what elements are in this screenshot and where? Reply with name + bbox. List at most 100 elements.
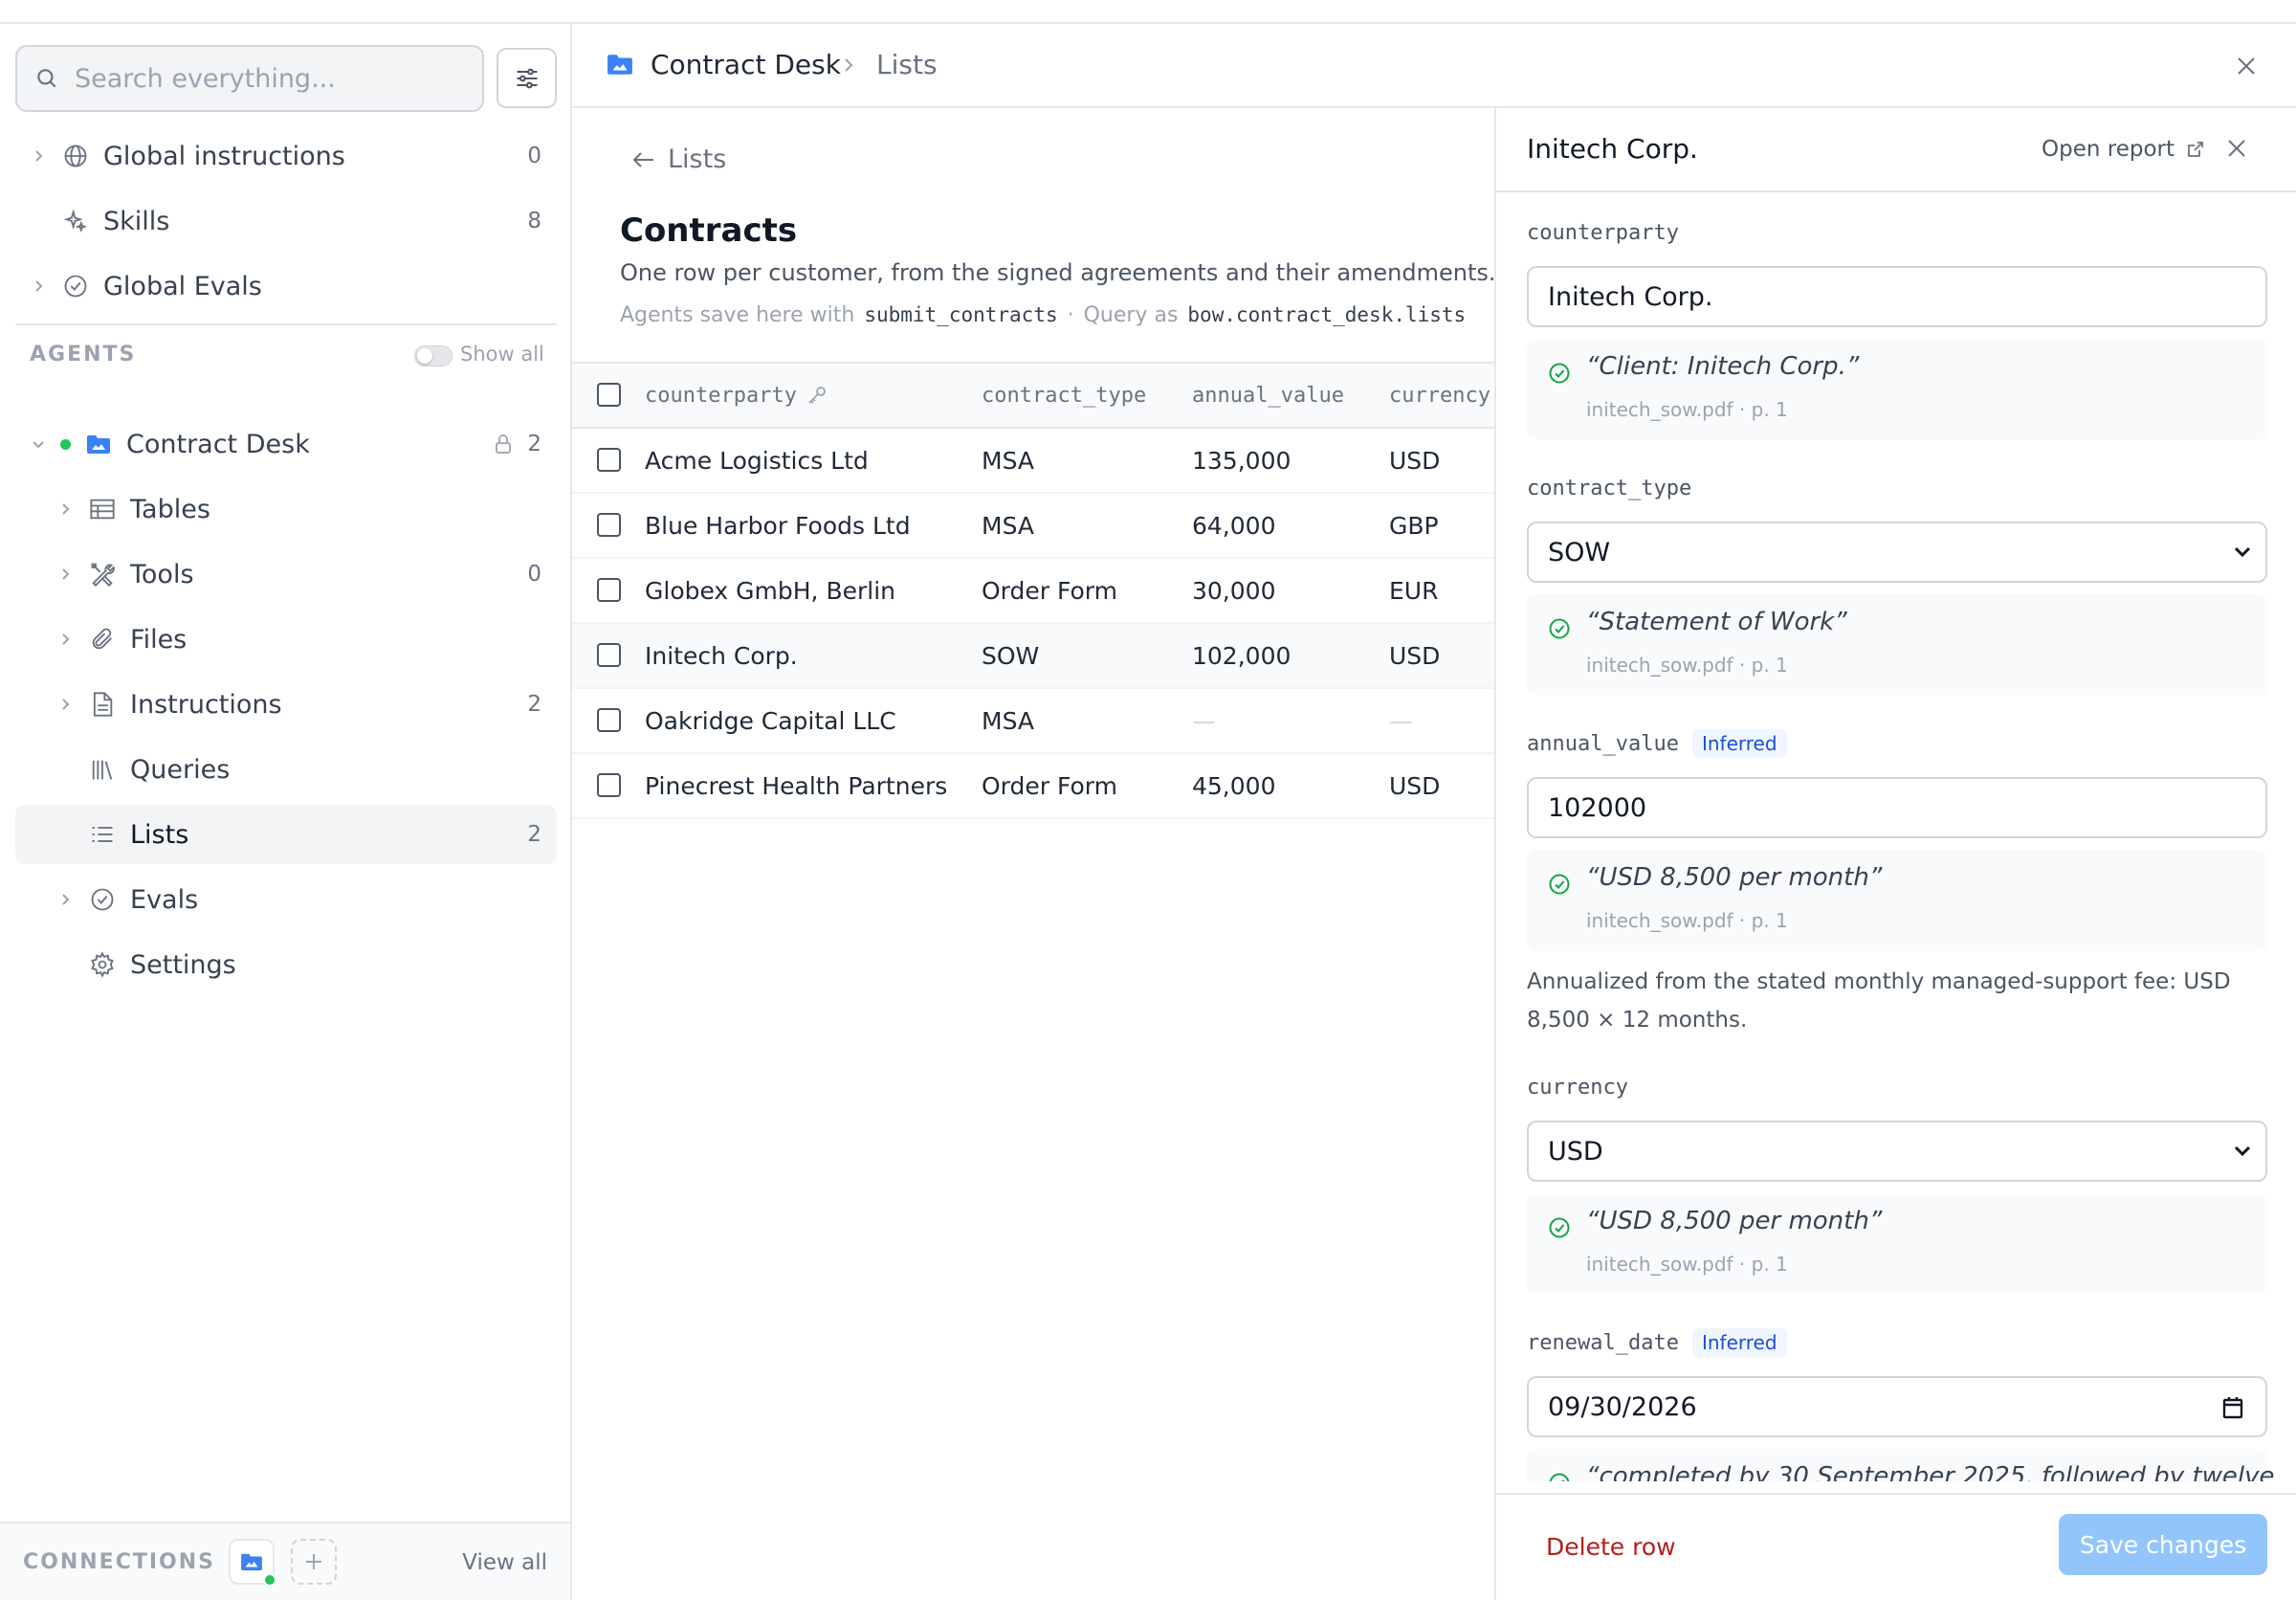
folder-icon (84, 430, 113, 458)
contract-type-select[interactable]: SOW (1527, 522, 2267, 583)
sidebar-item-count: 0 (527, 562, 541, 587)
renewal-date-input[interactable]: 09/30/2026 (1527, 1376, 2267, 1437)
field-value: 102000 (1548, 792, 1647, 823)
cell-currency: USD (1389, 771, 1441, 800)
sidebar-item-settings[interactable]: Settings (15, 935, 557, 994)
row-detail-drawer: Initech Corp. Open report counterparty I… (1494, 108, 2296, 1600)
open-report-link[interactable]: Open report (2042, 137, 2205, 162)
main-header: Contract Desk Lists (572, 24, 2296, 108)
evidence-card[interactable]: “USD 8,500 per month” initech_sow.pdf · … (1527, 850, 2267, 951)
breadcrumb-agent[interactable]: Contract Desk (651, 49, 841, 80)
chevron-right-icon (29, 277, 48, 296)
meta-table-name: bow.contract_desk.lists (1187, 303, 1467, 326)
gear-icon (88, 950, 117, 979)
evidence-card[interactable]: “Client: Initech Corp.” initech_sow.pdf … (1527, 339, 2267, 440)
back-link[interactable]: Lists (620, 144, 726, 174)
sidebar-item-evals[interactable]: Evals (15, 870, 557, 929)
meta-tool-name: submit_contracts (864, 303, 1058, 326)
sidebar-item-tables[interactable]: Tables (15, 479, 557, 539)
chevron-down-icon (29, 434, 48, 454)
counterparty-input[interactable]: Initech Corp. (1527, 266, 2267, 327)
sidebar-item-count: 8 (527, 209, 541, 233)
cell-currency: EUR (1389, 576, 1439, 605)
chevron-right-icon (55, 695, 75, 714)
evidence-card[interactable]: “completed by 30 September 2025, followe… (1527, 1449, 2275, 1481)
sparkles-icon (61, 207, 90, 235)
row-checkbox[interactable] (597, 578, 621, 602)
field-value: 09/30/2026 (1548, 1391, 1697, 1422)
chevron-right-icon (55, 890, 75, 909)
field-label-text: annual_value (1527, 731, 1679, 756)
table-row[interactable]: Acme Logistics Ltd MSA 135,000 USD (572, 429, 1494, 494)
annual-value-input[interactable]: 102000 (1527, 777, 2267, 838)
meta-query-label: Query as (1083, 303, 1179, 327)
inferred-badge: Inferred (1691, 1328, 1787, 1357)
table-row-selected[interactable]: Initech Corp. SOW 102,000 USD (572, 624, 1494, 689)
key-icon (806, 385, 828, 406)
sidebar-item-skills[interactable]: Skills 8 (15, 191, 557, 251)
plus-icon (303, 1551, 324, 1572)
field-label-text: contract_type (1527, 477, 1692, 500)
cell-annual-value: 30,000 (1192, 576, 1276, 605)
field-label-currency: currency (1527, 1076, 1628, 1100)
drawer-header: Initech Corp. Open report (1496, 108, 2296, 192)
sidebar-item-count: 2 (527, 822, 541, 847)
currency-select[interactable]: USD (1527, 1121, 2267, 1182)
filter-button[interactable] (497, 48, 557, 108)
row-checkbox[interactable] (597, 708, 621, 732)
sidebar-item-queries[interactable]: Queries (15, 740, 557, 799)
evidence-quote: “Client: Initech Corp.” (1586, 352, 1860, 381)
check-circle-icon (1548, 873, 1571, 896)
sidebar-item-instructions[interactable]: Instructions 2 (15, 675, 557, 734)
row-checkbox[interactable] (597, 643, 621, 667)
drawer-body[interactable]: counterparty Initech Corp. “Client: Init… (1496, 192, 2296, 1481)
view-all-link[interactable]: View all (462, 1550, 547, 1575)
show-all-label: Show all (460, 343, 544, 366)
page-title: Contracts (620, 211, 798, 250)
sidebar-item-count: 0 (527, 144, 541, 168)
column-header-contract-type[interactable]: contract_type (982, 364, 1146, 427)
sidebar-item-tools[interactable]: Tools 0 (15, 544, 557, 604)
sidebar-item-lists[interactable]: Lists 2 (15, 805, 557, 864)
check-circle-icon (1548, 1216, 1571, 1239)
table-row[interactable]: Pinecrest Health Partners Order Form 45,… (572, 754, 1494, 819)
sidebar-item-files[interactable]: Files (15, 610, 557, 669)
row-checkbox[interactable] (597, 513, 621, 537)
row-checkbox[interactable] (597, 448, 621, 472)
sidebar-item-global-instructions[interactable]: Global instructions 0 (15, 126, 557, 186)
evidence-quote: “completed by 30 September 2025, followe… (1586, 1462, 2275, 1481)
sidebar-item-global-evals[interactable]: Global Evals (15, 256, 557, 316)
close-icon[interactable] (2225, 137, 2248, 160)
save-changes-button[interactable]: Save changes (2059, 1514, 2267, 1575)
table-row[interactable]: Blue Harbor Foods Ltd MSA 64,000 GBP (572, 494, 1494, 559)
agent-count: 2 (527, 432, 541, 456)
field-label-counterparty: counterparty (1527, 221, 1679, 245)
agent-status-dot (60, 438, 71, 450)
table-row[interactable]: Oakridge Capital LLC MSA — — (572, 689, 1494, 754)
evidence-source: initech_sow.pdf · p. 1 (1586, 654, 1788, 677)
drawer-title: Initech Corp. (1527, 133, 1698, 165)
evidence-card[interactable]: “USD 8,500 per month” initech_sow.pdf · … (1527, 1193, 2267, 1295)
column-header-counterparty[interactable]: counterparty (645, 364, 828, 427)
column-header-currency[interactable]: currency (1389, 364, 1490, 427)
cell-contract-type: MSA (982, 706, 1035, 735)
cell-counterparty: Oakridge Capital LLC (645, 706, 896, 735)
add-connection-button[interactable] (291, 1539, 337, 1585)
calendar-icon[interactable] (2221, 1395, 2244, 1420)
row-checkbox[interactable] (597, 773, 621, 797)
search-input[interactable]: Search everything... (15, 45, 484, 112)
connection-contract-desk[interactable] (229, 1539, 276, 1587)
field-label-renewal-date: renewal_date Inferred (1527, 1328, 1787, 1357)
cell-annual-value: 102,000 (1192, 641, 1292, 670)
table-row[interactable]: Globex GmbH, Berlin Order Form 30,000 EU… (572, 559, 1494, 624)
cell-annual-value: 45,000 (1192, 771, 1276, 800)
select-all-checkbox[interactable] (597, 383, 621, 407)
show-all-toggle[interactable] (414, 345, 453, 367)
chevron-right-icon (55, 630, 75, 649)
agent-contract-desk[interactable]: Contract Desk 2 (15, 414, 557, 474)
delete-row-button[interactable]: Delete row (1546, 1533, 1676, 1561)
close-icon[interactable] (2235, 55, 2258, 78)
column-header-annual-value[interactable]: annual_value (1192, 364, 1344, 427)
table-header: counterparty contract_type annual_value … (572, 362, 1494, 429)
evidence-card[interactable]: “Statement of Work” initech_sow.pdf · p.… (1527, 594, 2267, 696)
